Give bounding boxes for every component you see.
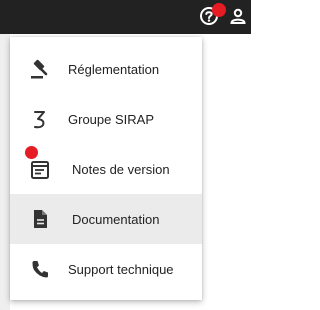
user-button[interactable] xyxy=(228,8,248,28)
phone-icon xyxy=(28,257,52,281)
menu-item-documentation[interactable]: Documentation xyxy=(10,194,202,244)
user-icon xyxy=(229,7,247,30)
menu-item-label: Réglementation xyxy=(68,61,160,77)
notification-badge xyxy=(212,3,226,17)
document-icon xyxy=(28,207,52,231)
menu-item-label: Notes de version xyxy=(72,161,170,177)
menu-item-label: Support technique xyxy=(68,261,174,277)
menu-item-notes-de-version[interactable]: Notes de version xyxy=(10,144,202,194)
menu-item-support-technique[interactable]: Support technique xyxy=(10,244,202,294)
sirap-logo-icon xyxy=(28,107,52,131)
notification-badge xyxy=(25,146,38,159)
page-background xyxy=(0,34,10,310)
gavel-icon xyxy=(28,57,52,81)
top-bar xyxy=(0,0,251,34)
menu-item-label: Groupe SIRAP xyxy=(68,111,154,127)
help-menu: Réglementation Groupe SIRAP Notes de ver… xyxy=(10,37,202,300)
release-notes-icon xyxy=(28,157,52,181)
menu-item-groupe-sirap[interactable]: Groupe SIRAP xyxy=(10,94,202,144)
menu-item-label: Documentation xyxy=(72,211,160,227)
menu-item-reglementation[interactable]: Réglementation xyxy=(10,44,202,94)
